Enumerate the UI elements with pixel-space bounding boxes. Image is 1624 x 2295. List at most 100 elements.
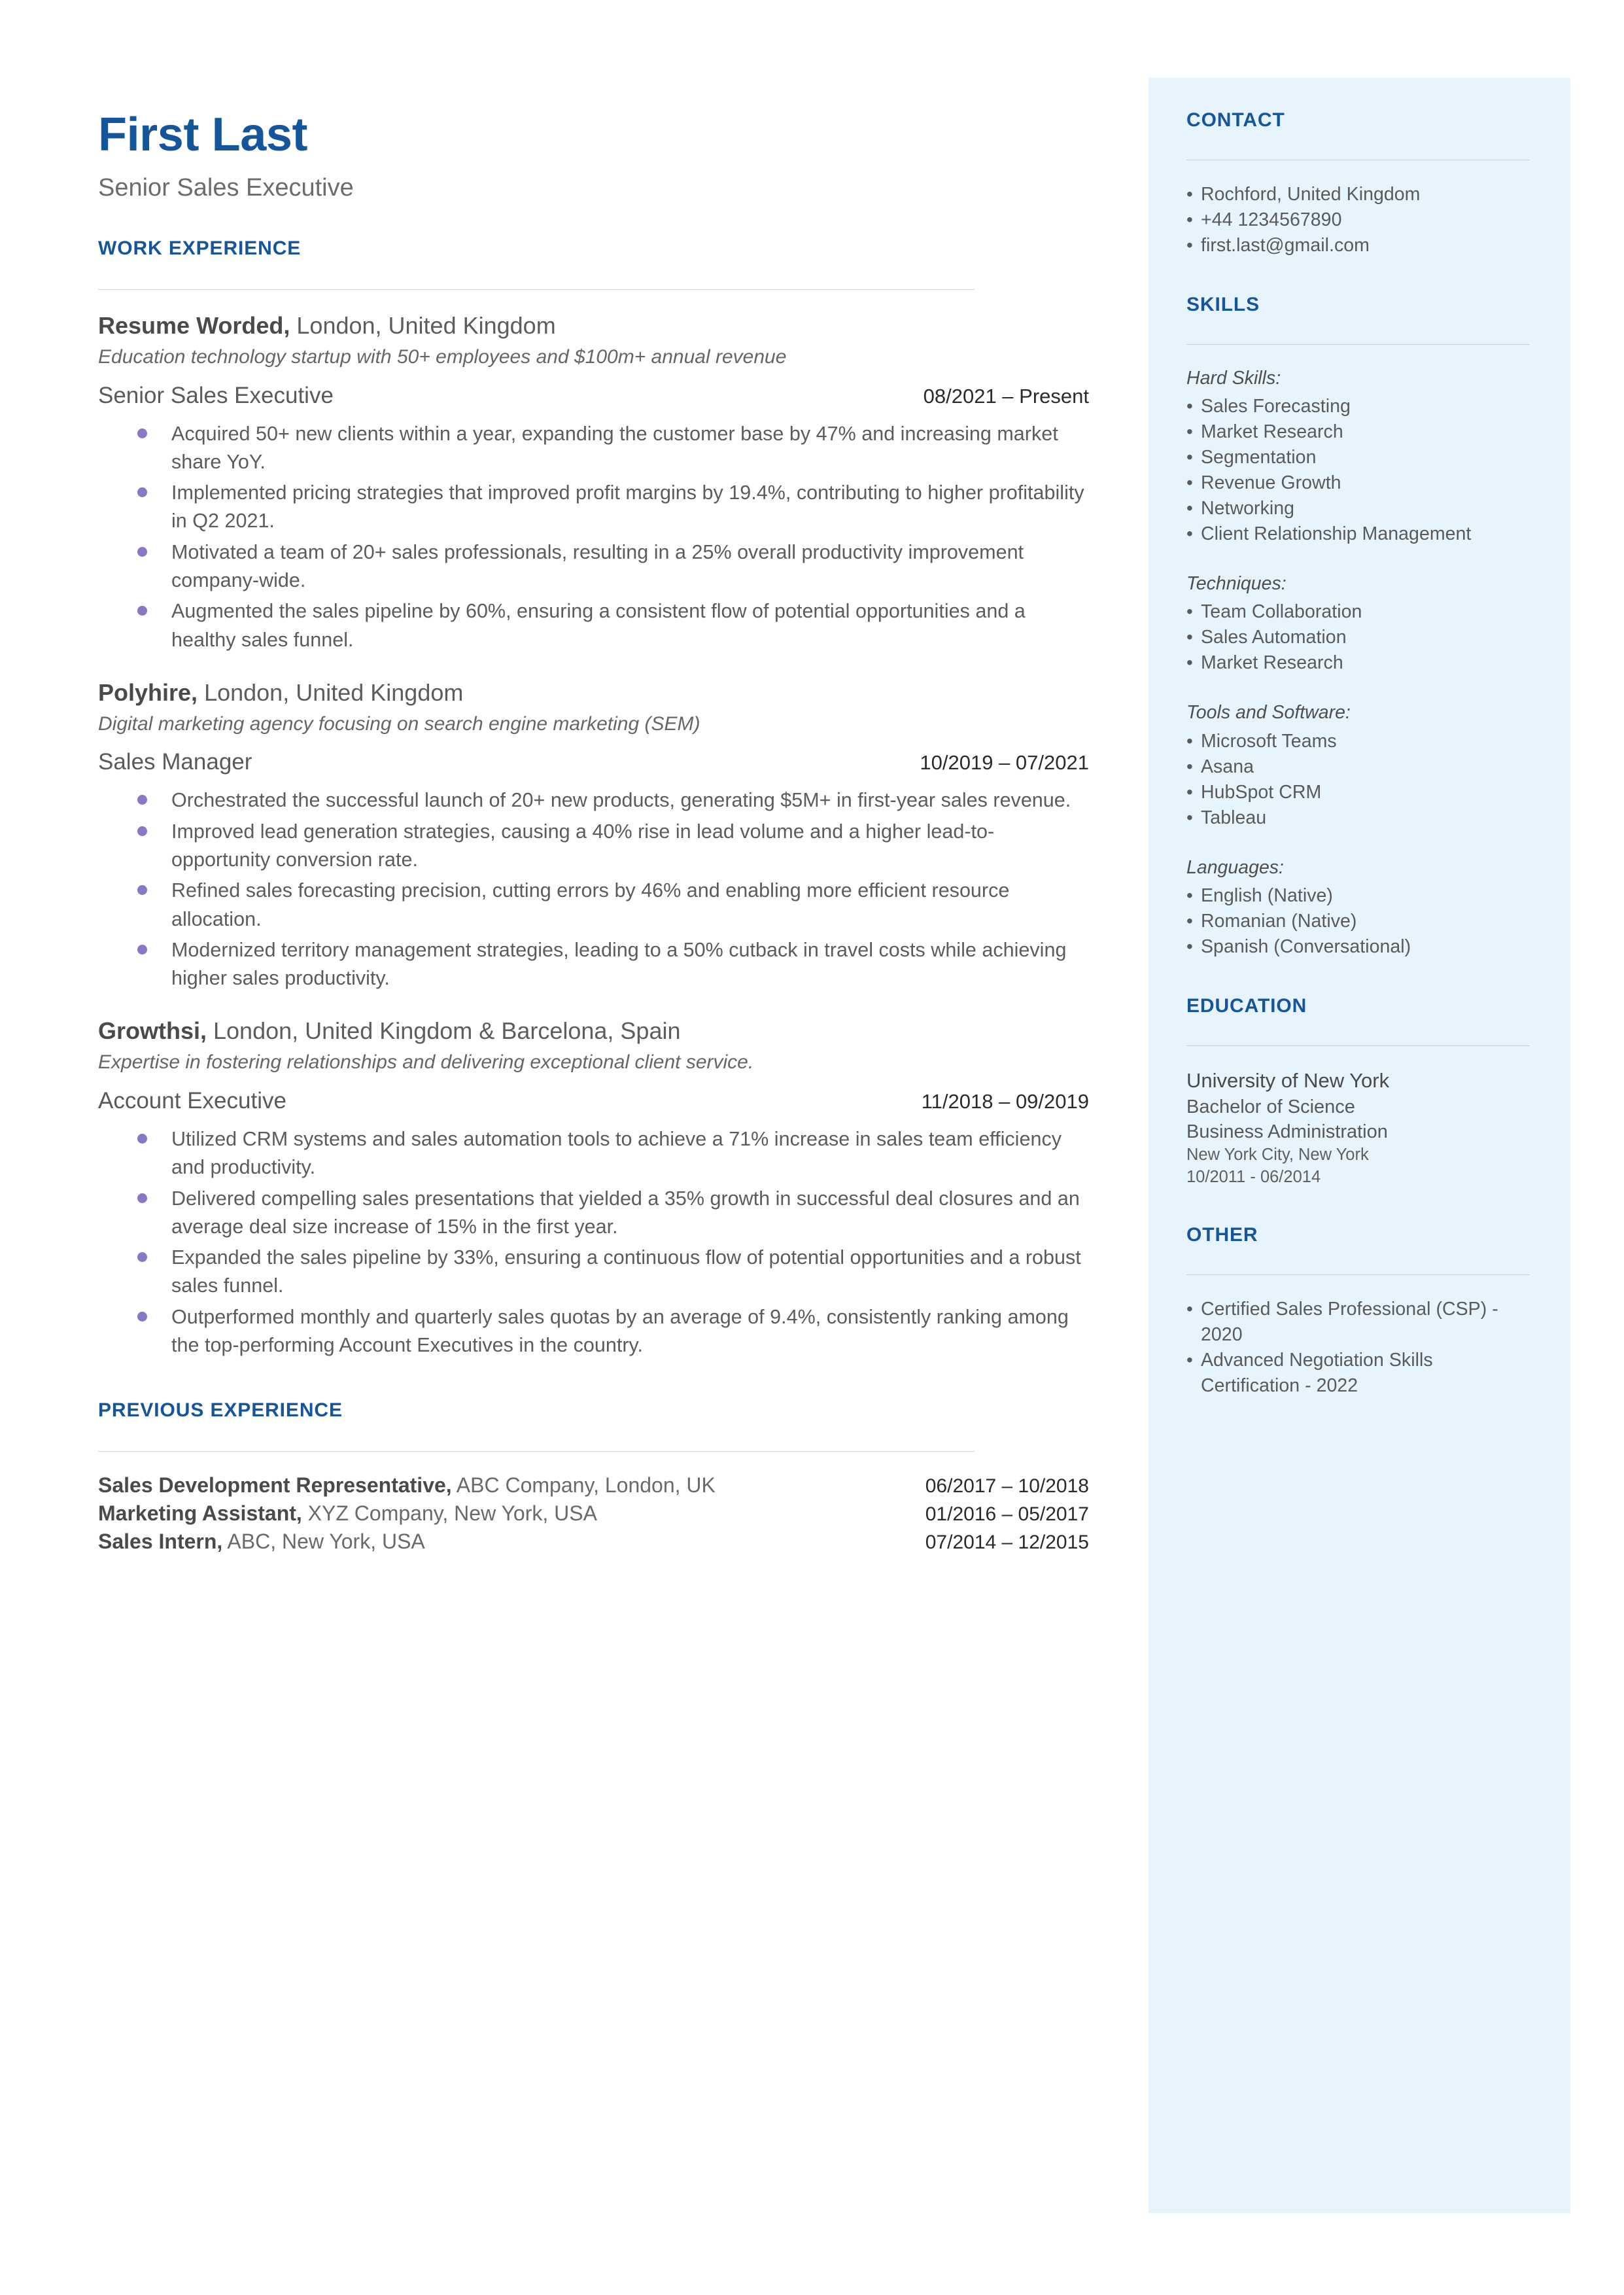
skill-item: • Tableau: [1186, 805, 1530, 831]
other-list: • Certified Sales Professional (CSP) - 20…: [1186, 1275, 1530, 1399]
skill-item: • Market Research: [1186, 419, 1530, 445]
job-bullet-text: Improved lead generation strategies, cau…: [171, 820, 995, 871]
job-bullet-list: Orchestrated the successful launch of 20…: [98, 786, 1092, 992]
skills-group-label: Tools and Software:: [1186, 702, 1351, 724]
contact-item-text: first.last@gmail.com: [1201, 235, 1370, 256]
skills-list: Hard Skills: • Sales Forecasting • Market Re…: [1186, 345, 1530, 960]
contact-item: • Rochford, United Kingdom: [1186, 182, 1530, 207]
skill-item-text: Networking: [1201, 498, 1295, 519]
skills-group-label: Languages:: [1186, 856, 1284, 878]
bullet-dot-icon: •: [1186, 910, 1193, 931]
skills-group-label: Hard Skills:: [1186, 368, 1281, 389]
other-item-text: Advanced Negotiation Skills Certificatio…: [1201, 1349, 1433, 1396]
education-degree: Bachelor of Science: [1186, 1096, 1355, 1117]
job-bullet: Refined sales forecasting precision, cut…: [137, 877, 1092, 934]
job-dates: 10/2019 – 07/2021: [920, 751, 1089, 775]
job-bullet-text: Implemented pricing strategies that impr…: [171, 482, 1084, 533]
section-heading-previous-experience: PREVIOUS EXPERIENCE: [98, 1399, 343, 1422]
bullet-dot-icon: •: [1186, 601, 1193, 622]
job-dates: 08/2021 – Present: [923, 384, 1089, 408]
job-company-location: London, United Kingdom: [198, 678, 464, 706]
bullet-dot-icon: [137, 597, 171, 654]
bullet-dot-icon: [137, 818, 171, 875]
bullet-dot-icon: [137, 420, 171, 477]
job-bullet-text: Orchestrated the successful launch of 20…: [171, 789, 1071, 812]
work-experience-entry: Resume Worded, London, United Kingdom Edu…: [98, 290, 1092, 654]
skill-item: • English (Native): [1186, 883, 1530, 909]
job-bullet: Utilized CRM systems and sales automatio…: [137, 1125, 1092, 1182]
job-bullet-text: Augmented the sales pipeline by 60%, ens…: [171, 600, 1026, 651]
previous-experience-role: Sales Intern,: [98, 1530, 223, 1554]
job-bullet: Improved lead generation strategies, cau…: [137, 818, 1092, 875]
bullet-dot-icon: [137, 1185, 171, 1242]
previous-experience-detail: XYZ Company, New York, USA: [302, 1501, 597, 1526]
previous-experience-dates: 07/2014 – 12/2015: [925, 1532, 1089, 1554]
skills-group-label: Techniques:: [1186, 573, 1287, 595]
previous-experience-label: Sales Intern, ABC, New York, USA: [98, 1530, 425, 1554]
job-title: Sales Manager: [98, 749, 252, 775]
section-heading-skills: SKILLS: [1186, 294, 1260, 316]
previous-experience-role: Marketing Assistant,: [98, 1501, 302, 1526]
job-bullet: Augmented the sales pipeline by 60%, ens…: [137, 597, 1092, 654]
bullet-dot-icon: •: [1186, 209, 1193, 230]
bullet-dot-icon: •: [1186, 184, 1193, 204]
education-field: Business Administration: [1186, 1121, 1388, 1142]
bullet-dot-icon: [137, 877, 171, 934]
skill-item: • Market Research: [1186, 650, 1530, 676]
skill-item-text: Revenue Growth: [1201, 472, 1341, 494]
skill-item-text: Client Relationship Management: [1201, 523, 1472, 545]
bullet-dot-icon: •: [1186, 1298, 1193, 1319]
job-title-row: Account Executive 11/2018 – 09/2019: [98, 1088, 1089, 1114]
skill-item-text: English (Native): [1201, 885, 1333, 906]
bullet-dot-icon: •: [1186, 807, 1193, 828]
previous-experience-detail: ABC, New York, USA: [222, 1530, 425, 1554]
section-heading-education: EDUCATION: [1186, 994, 1307, 1017]
skill-item: • Microsoft Teams: [1186, 729, 1530, 754]
bullet-dot-icon: [137, 1244, 171, 1301]
previous-experience-list: Sales Development Representative, ABC Co…: [98, 1473, 1092, 1554]
job-bullet-list: Utilized CRM systems and sales automatio…: [98, 1125, 1092, 1359]
job-company-name: Polyhire,: [98, 678, 198, 706]
skill-item: • Spanish (Conversational): [1186, 934, 1530, 960]
bullet-dot-icon: [137, 538, 171, 595]
resume-page: First Last Senior Sales Executive WORK E…: [0, 0, 1624, 2295]
education-school: University of New York: [1186, 1068, 1390, 1092]
contact-item-text: +44 1234567890: [1201, 209, 1342, 231]
skill-item: • Revenue Growth: [1186, 470, 1530, 496]
job-title-row: Senior Sales Executive 08/2021 – Present: [98, 383, 1089, 409]
skill-item-text: Market Research: [1201, 652, 1343, 674]
job-bullet-text: Utilized CRM systems and sales automatio…: [171, 1127, 1062, 1179]
job-company-location: London, United Kingdom: [290, 312, 556, 339]
education-dates: 10/2011 - 06/2014: [1186, 1167, 1321, 1186]
skills-group: Languages: • English (Native) • Romanian (Na…: [1186, 856, 1530, 960]
skill-item-text: Romanian (Native): [1201, 910, 1357, 932]
job-bullet: Motivated a team of 20+ sales profession…: [137, 538, 1092, 595]
job-company-name: Resume Worded,: [98, 312, 290, 339]
bullet-dot-icon: •: [1186, 523, 1193, 544]
skill-item: • Networking: [1186, 496, 1530, 521]
bullet-dot-icon: •: [1186, 627, 1193, 648]
skills-group: Tools and Software: • Microsoft Teams • Asan…: [1186, 701, 1530, 830]
candidate-name: First Last: [98, 109, 308, 161]
bullet-dot-icon: [137, 786, 171, 815]
bullet-dot-icon: •: [1186, 1349, 1193, 1370]
job-bullet-text: Delivered compelling sales presentations…: [171, 1187, 1080, 1238]
bullet-dot-icon: •: [1186, 781, 1193, 802]
previous-experience-detail: ABC Company, London, UK: [451, 1473, 716, 1498]
previous-experience-dates: 06/2017 – 10/2018: [925, 1475, 1089, 1498]
job-bullet-text: Expanded the sales pipeline by 33%, ensu…: [171, 1246, 1081, 1297]
skill-item: • Sales Automation: [1186, 625, 1530, 650]
contact-item: • +44 1234567890: [1186, 207, 1530, 233]
job-bullet: Acquired 50+ new clients within a year, …: [137, 420, 1092, 477]
section-heading-contact: CONTACT: [1186, 109, 1285, 131]
job-dates: 11/2018 – 09/2019: [921, 1089, 1089, 1113]
job-company: Polyhire, London, United Kingdom: [98, 678, 1092, 707]
skill-item: • HubSpot CRM: [1186, 780, 1530, 805]
job-title: Senior Sales Executive: [98, 382, 334, 408]
previous-experience-row: Sales Development Representative, ABC Co…: [98, 1473, 1089, 1498]
job-bullet-text: Motivated a team of 20+ sales profession…: [171, 540, 1024, 591]
job-company-name: Growthsi,: [98, 1017, 207, 1045]
job-bullet-list: Acquired 50+ new clients within a year, …: [98, 420, 1092, 654]
skill-item: • Client Relationship Management: [1186, 521, 1530, 547]
education-location: New York City, New York: [1186, 1146, 1369, 1165]
